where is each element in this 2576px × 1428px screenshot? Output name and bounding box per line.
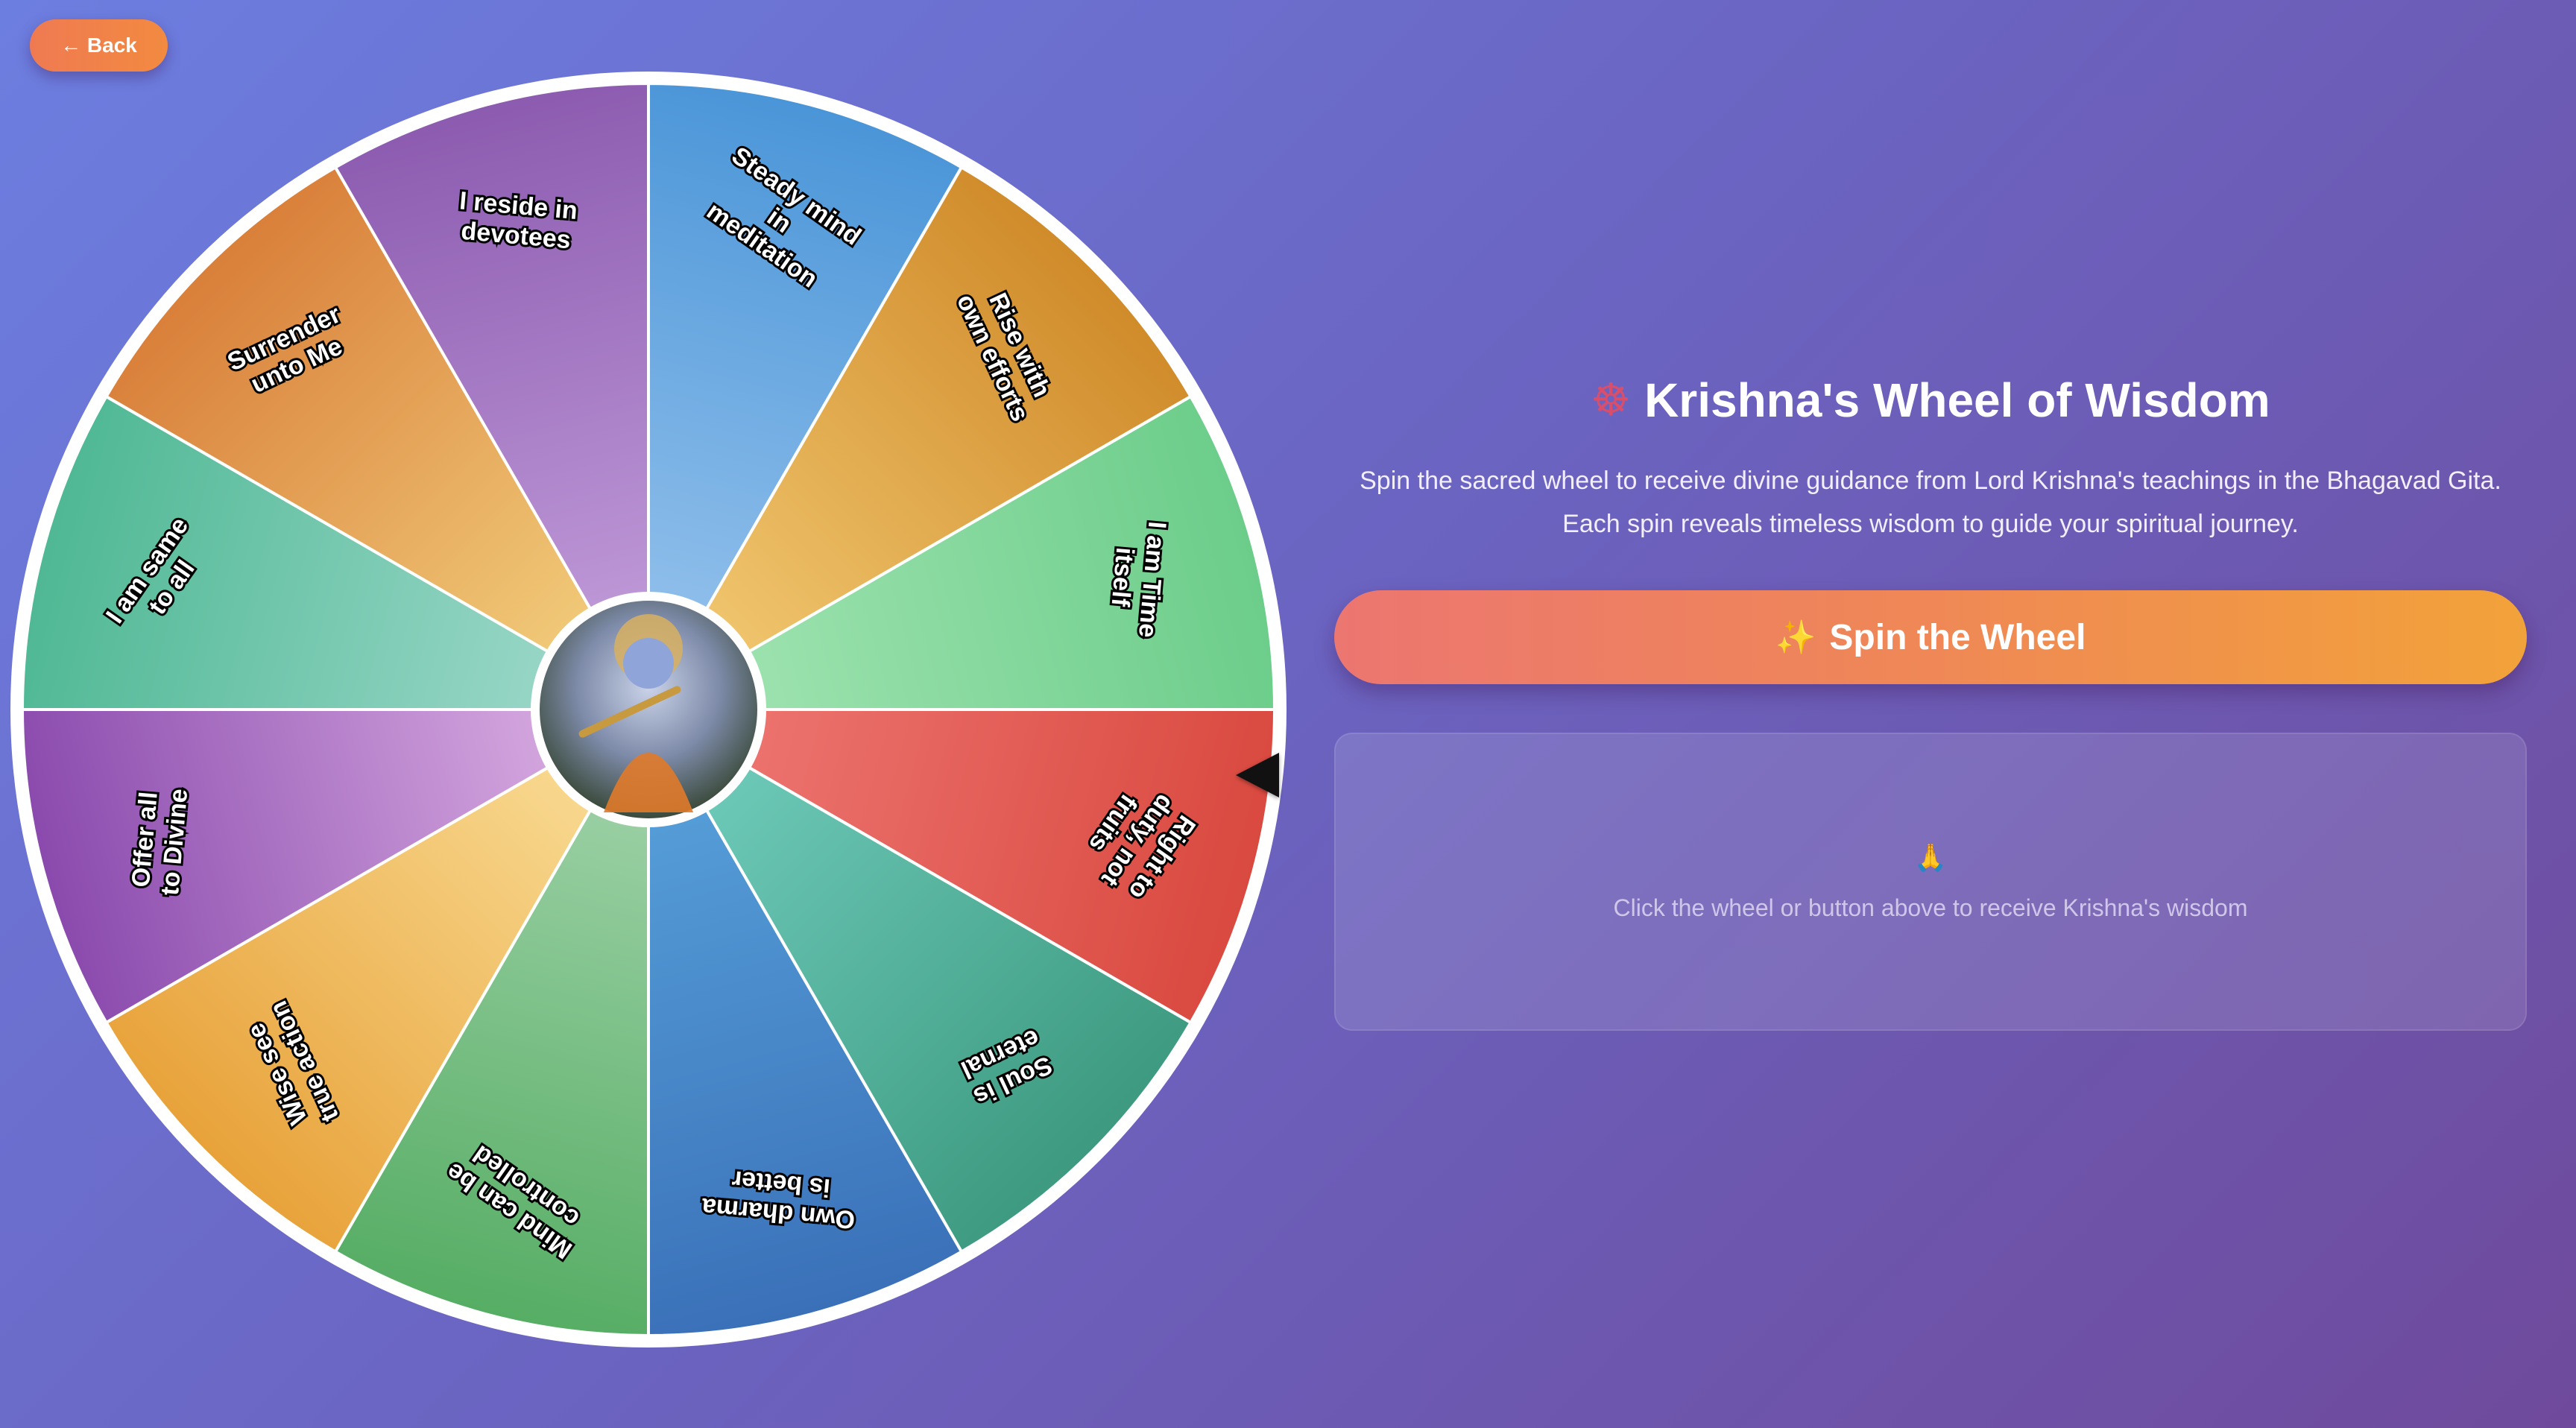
- title-text: Krishna's Wheel of Wisdom: [1644, 373, 2270, 427]
- subtitle: Spin the sacred wheel to receive divine …: [1334, 459, 2527, 546]
- back-button[interactable]: ← Back: [30, 19, 168, 72]
- page-title: ☸ Krishna's Wheel of Wisdom: [1334, 373, 2527, 428]
- wheel[interactable]: Steady mindinmeditation Rise withown effo…: [0, 67, 1297, 1364]
- subtitle-line-1: Spin the sacred wheel to receive divine …: [1360, 467, 2501, 495]
- spin-button[interactable]: ✨ Spin the Wheel: [1334, 590, 2527, 684]
- ferris-wheel-icon: ☸: [1591, 375, 1632, 425]
- result-text: Click the wheel or button above to recei…: [1613, 894, 2248, 921]
- subtitle-line-2: Each spin reveals timeless wisdom to gui…: [1562, 510, 2299, 538]
- back-label: ← Back: [60, 34, 137, 57]
- result-box: 🙏 Click the wheel or button above to rec…: [1334, 733, 2527, 1031]
- wheel-svg[interactable]: Steady mindinmeditationRise withown effo…: [0, 67, 1297, 1364]
- spin-label: Spin the Wheel: [1829, 617, 2086, 657]
- wheel-pointer: [1236, 753, 1279, 797]
- center-hub[interactable]: [531, 592, 766, 827]
- sparkles-icon: ✨: [1775, 619, 1816, 656]
- praying-hands-icon: 🙏: [1913, 841, 1948, 873]
- info-panel: ☸ Krishna's Wheel of Wisdom Spin the sac…: [1334, 373, 2527, 1031]
